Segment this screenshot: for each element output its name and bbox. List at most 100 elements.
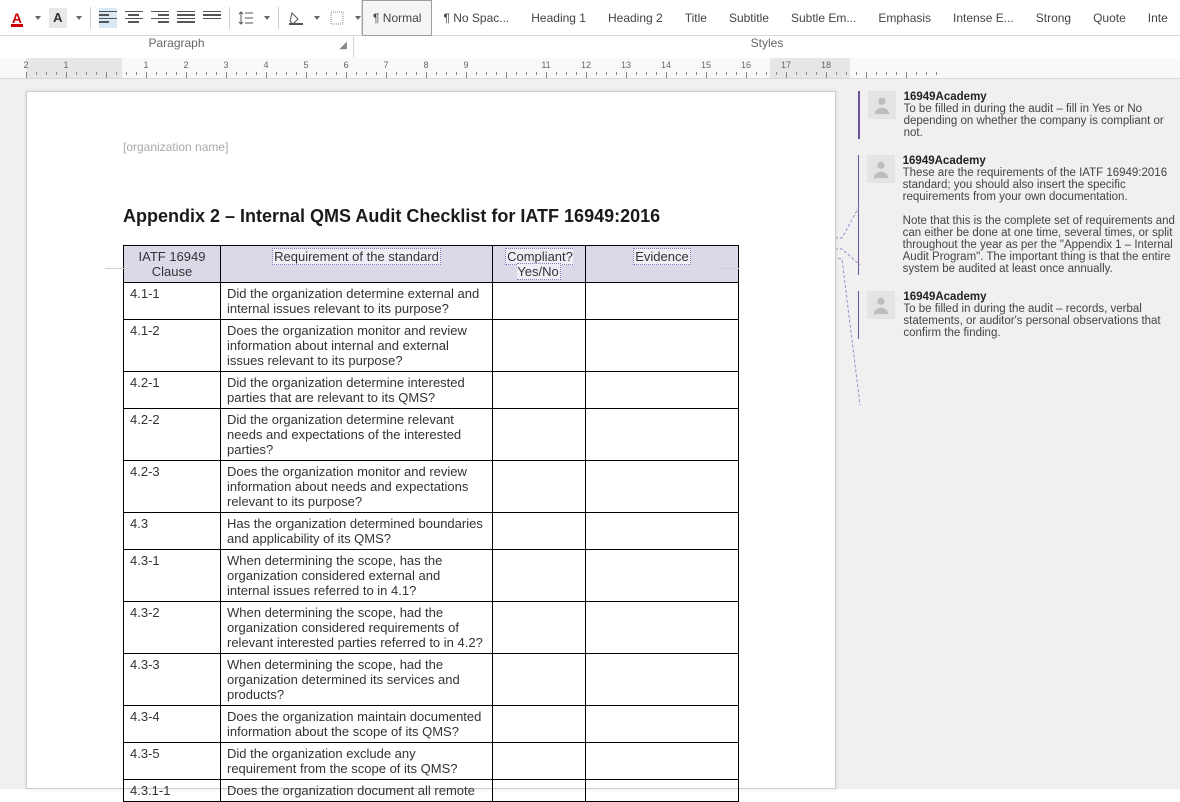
cell-requirement[interactable]: Did the organization exclude any require…	[221, 743, 493, 780]
dropdown-icon[interactable]	[264, 16, 270, 20]
table-row[interactable]: 4.2-2Did the organization determine rele…	[124, 409, 739, 461]
cell-evidence[interactable]	[586, 550, 739, 602]
cell-compliant[interactable]	[493, 550, 586, 602]
table-row[interactable]: 4.2-1Did the organization determine inte…	[124, 372, 739, 409]
styles-gallery[interactable]: ¶ Normal¶ No Spac...Heading 1Heading 2Ti…	[361, 0, 1180, 36]
cell-compliant[interactable]	[493, 513, 586, 550]
cell-evidence[interactable]	[586, 461, 739, 513]
cell-clause[interactable]: 4.2-2	[124, 409, 221, 461]
comment[interactable]: 16949AcademyTo be filled in during the a…	[858, 291, 1178, 339]
distribute-button[interactable]	[203, 8, 221, 28]
table-row[interactable]: 4.3-5Did the organization exclude any re…	[124, 743, 739, 780]
avatar	[867, 291, 895, 319]
paragraph-dialog-launcher[interactable]: ◢	[339, 40, 347, 51]
cell-evidence[interactable]	[586, 513, 739, 550]
audit-checklist-table[interactable]: IATF 16949 Clause Requirement of the sta…	[123, 245, 739, 802]
table-row[interactable]: 4.2-3Does the organization monitor and r…	[124, 461, 739, 513]
cell-clause[interactable]: 4.3-3	[124, 654, 221, 706]
align-center-button[interactable]	[125, 8, 143, 28]
cell-evidence[interactable]	[586, 780, 739, 802]
cell-compliant[interactable]	[493, 654, 586, 706]
cell-compliant[interactable]	[493, 372, 586, 409]
table-row[interactable]: 4.3-3When determining the scope, had the…	[124, 654, 739, 706]
cell-clause[interactable]: 4.3.1-1	[124, 780, 221, 802]
cell-requirement[interactable]: When determining the scope, had the orga…	[221, 602, 493, 654]
cell-requirement[interactable]: When determining the scope, had the orga…	[221, 654, 493, 706]
cell-clause[interactable]: 4.3-1	[124, 550, 221, 602]
cell-requirement[interactable]: Does the organization monitor and review…	[221, 320, 493, 372]
cell-compliant[interactable]	[493, 780, 586, 802]
comment[interactable]: 16949AcademyThese are the requirements o…	[858, 155, 1178, 275]
style-option[interactable]: Heading 2	[597, 0, 674, 36]
table-row[interactable]: 4.1-2Does the organization monitor and r…	[124, 320, 739, 372]
style-option[interactable]: Subtle Em...	[780, 0, 867, 36]
dropdown-icon[interactable]	[314, 16, 320, 20]
document-page[interactable]: [organization name] Appendix 2 – Interna…	[26, 91, 836, 789]
document-title[interactable]: Appendix 2 – Internal QMS Audit Checklis…	[123, 206, 739, 227]
cell-requirement[interactable]: Did the organization determine relevant …	[221, 409, 493, 461]
cell-clause[interactable]: 4.2-3	[124, 461, 221, 513]
style-option[interactable]: Strong	[1025, 0, 1082, 36]
cell-evidence[interactable]	[586, 409, 739, 461]
cell-clause[interactable]: 4.3-4	[124, 706, 221, 743]
cell-evidence[interactable]	[586, 706, 739, 743]
cell-clause[interactable]: 4.3-2	[124, 602, 221, 654]
align-left-button[interactable]	[99, 8, 117, 28]
cell-evidence[interactable]	[586, 372, 739, 409]
cell-evidence[interactable]	[586, 283, 739, 320]
style-option[interactable]: ¶ Normal	[362, 0, 432, 36]
cell-evidence[interactable]	[586, 743, 739, 780]
cell-requirement[interactable]: Has the organization determined boundari…	[221, 513, 493, 550]
cell-clause[interactable]: 4.2-1	[124, 372, 221, 409]
style-option[interactable]: Inte	[1137, 0, 1179, 36]
highlight-color-button[interactable]: A	[49, 8, 67, 28]
style-option[interactable]: Subtitle	[718, 0, 780, 36]
align-right-button[interactable]	[151, 8, 169, 28]
cell-requirement[interactable]: Does the organization document all remot…	[221, 780, 493, 802]
cell-evidence[interactable]	[586, 654, 739, 706]
cell-compliant[interactable]	[493, 706, 586, 743]
font-color-button[interactable]: A	[8, 8, 26, 28]
cell-compliant[interactable]	[493, 283, 586, 320]
table-row[interactable]: 4.3-4Does the organization maintain docu…	[124, 706, 739, 743]
cell-evidence[interactable]	[586, 602, 739, 654]
header-placeholder[interactable]: [organization name]	[123, 140, 739, 154]
col-header-evidence: Evidence	[586, 246, 739, 283]
table-row[interactable]: 4.1-1Did the organization determine exte…	[124, 283, 739, 320]
cell-compliant[interactable]	[493, 409, 586, 461]
cell-requirement[interactable]: Does the organization monitor and review…	[221, 461, 493, 513]
style-option[interactable]: Title	[674, 0, 718, 36]
cell-requirement[interactable]: Does the organization maintain documente…	[221, 706, 493, 743]
dropdown-icon[interactable]	[35, 16, 41, 20]
style-option[interactable]: Heading 1	[520, 0, 597, 36]
line-spacing-button[interactable]	[238, 8, 256, 28]
cell-requirement[interactable]: Did the organization determine external …	[221, 283, 493, 320]
comment[interactable]: 16949AcademyTo be filled in during the a…	[858, 91, 1178, 139]
style-option[interactable]: Intense E...	[942, 0, 1025, 36]
cell-evidence[interactable]	[586, 320, 739, 372]
comment-text: To be filled in during the audit – fill …	[904, 103, 1178, 139]
justify-button[interactable]	[177, 8, 195, 28]
cell-compliant[interactable]	[493, 743, 586, 780]
table-row[interactable]: 4.3Has the organization determined bound…	[124, 513, 739, 550]
style-option[interactable]: Quote	[1082, 0, 1137, 36]
table-row[interactable]: 4.3.1-1Does the organization document al…	[124, 780, 739, 802]
fill-color-button[interactable]	[287, 8, 305, 28]
style-option[interactable]: ¶ No Spac...	[432, 0, 520, 36]
cell-requirement[interactable]: When determining the scope, has the orga…	[221, 550, 493, 602]
cell-clause[interactable]: 4.3-5	[124, 743, 221, 780]
table-row[interactable]: 4.3-2When determining the scope, had the…	[124, 602, 739, 654]
style-option[interactable]: Emphasis	[867, 0, 942, 36]
dropdown-icon[interactable]	[76, 16, 82, 20]
cell-clause[interactable]: 4.1-2	[124, 320, 221, 372]
cell-compliant[interactable]	[493, 602, 586, 654]
cell-compliant[interactable]	[493, 320, 586, 372]
col-header-requirement: Requirement of the standard	[221, 246, 493, 283]
cell-compliant[interactable]	[493, 461, 586, 513]
table-row[interactable]: 4.3-1When determining the scope, has the…	[124, 550, 739, 602]
cell-requirement[interactable]: Did the organization determine intereste…	[221, 372, 493, 409]
borders-button[interactable]	[328, 8, 346, 28]
cell-clause[interactable]: 4.1-1	[124, 283, 221, 320]
cell-clause[interactable]: 4.3	[124, 513, 221, 550]
horizontal-ruler[interactable]: 211234567891112131415161718	[0, 58, 1180, 79]
